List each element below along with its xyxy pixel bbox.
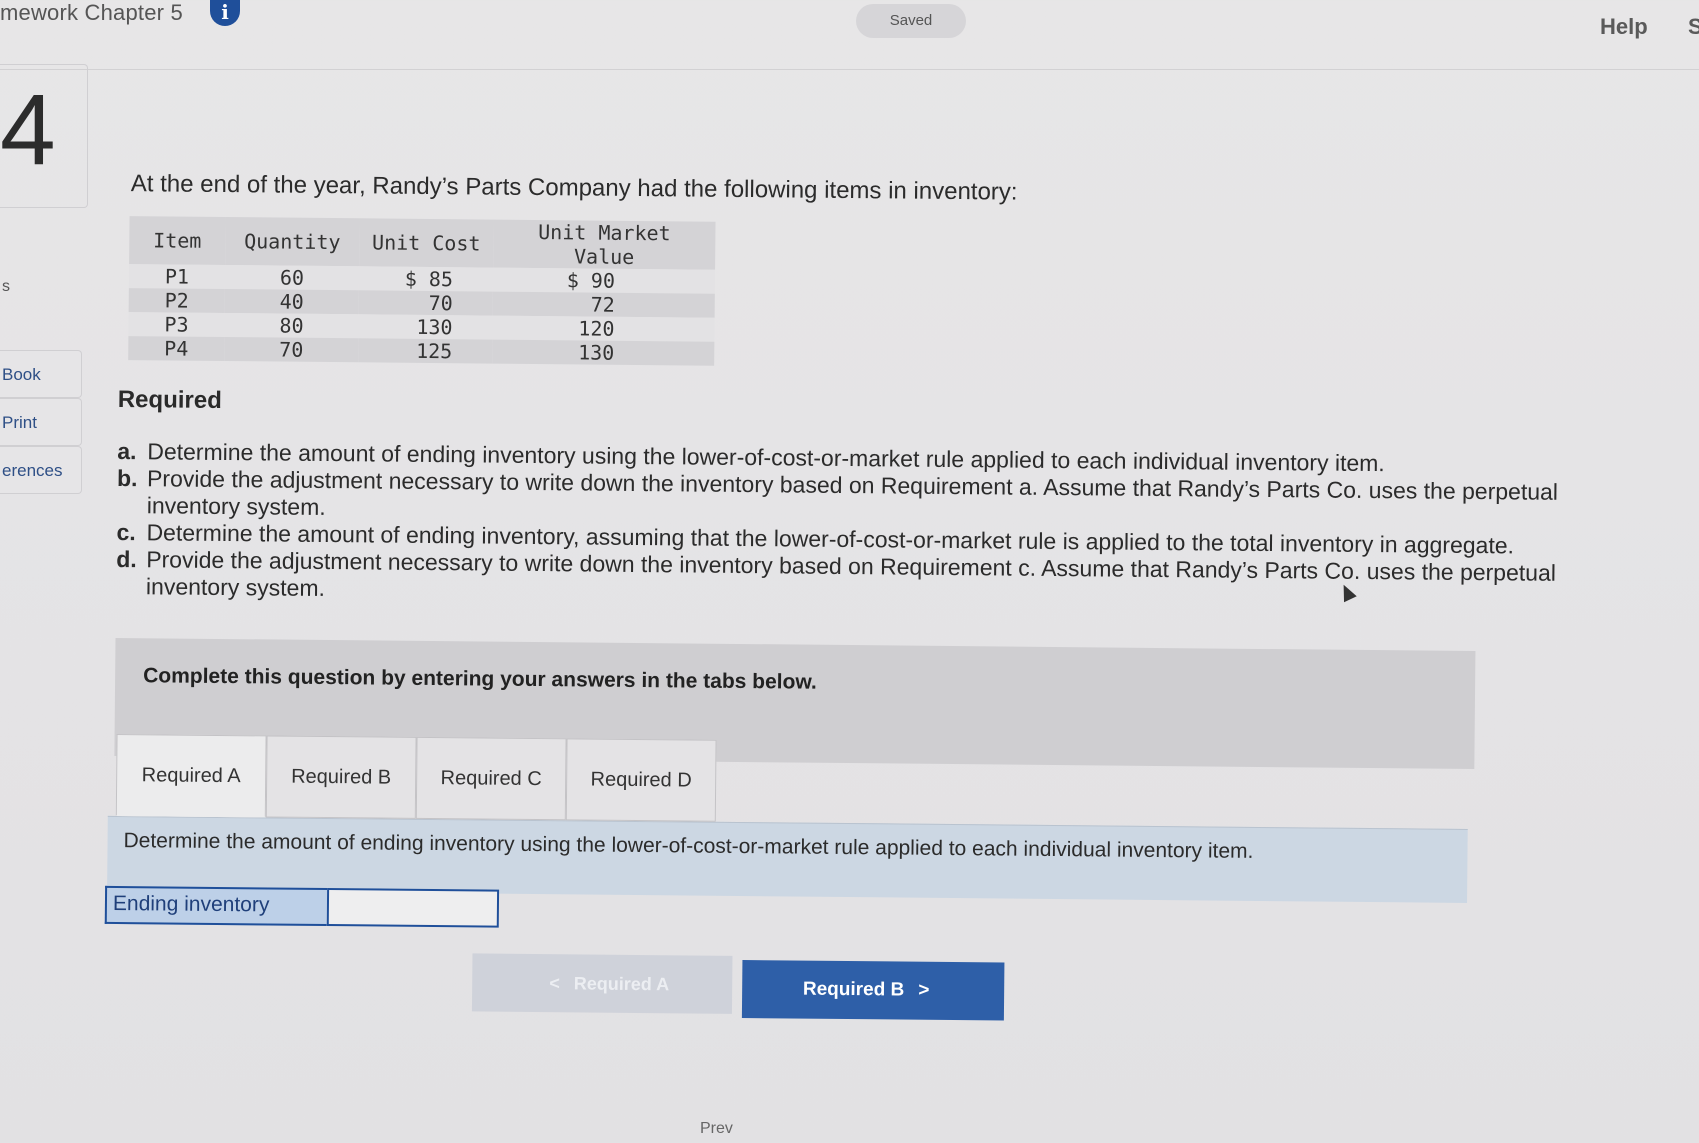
previous-tab-button[interactable]: < Required A: [471, 953, 733, 1014]
tab-instruction-text: Determine the amount of ending inventory…: [123, 829, 1254, 863]
question-content: At the end of the year, Randy’s Parts Co…: [104, 170, 1600, 1054]
column-header: Unit Market Value: [538, 220, 671, 269]
tab-required-d[interactable]: Required D: [565, 738, 717, 822]
ending-inventory-label: Ending inventory: [104, 885, 328, 927]
table-header-row: Item Quantity Unit Cost Unit Market Valu…: [129, 216, 716, 270]
cell-market-value: 130: [578, 340, 615, 365]
required-heading: Required: [117, 385, 222, 414]
cell-quantity: 70: [279, 337, 304, 362]
prev-question-link-fragment[interactable]: Prev: [700, 1120, 733, 1138]
requirement-label: b.: [116, 464, 138, 492]
chevron-left-icon: <: [549, 972, 560, 993]
cell-item: P4: [164, 336, 189, 361]
next-tab-label: Required B: [802, 978, 905, 1001]
column-header: Quantity: [244, 229, 341, 255]
instruction-text: Complete this question by entering your …: [143, 664, 817, 694]
cell-item: P1: [164, 264, 190, 289]
requirements-list: a. Determine the amount of ending invent…: [116, 438, 1597, 614]
tab-required-b[interactable]: Required B: [265, 735, 417, 819]
assignment-title: mework Chapter 5: [0, 0, 183, 25]
requirement-label: a.: [117, 437, 137, 465]
inventory-table: Item Quantity Unit Cost Unit Market Valu…: [128, 216, 716, 366]
tab-required-a[interactable]: Required A: [115, 733, 267, 818]
sidebar-fragment: s: [2, 278, 10, 295]
column-header: Unit Cost: [372, 230, 481, 256]
cell-unit-cost: 70: [428, 290, 453, 316]
cell-market-value: 120: [578, 316, 615, 341]
top-bar: mework Chapter 5 i Saved Help S: [0, 0, 1699, 70]
cell-market-value: $ 90: [566, 268, 616, 293]
cell-quantity: 40: [279, 289, 304, 314]
sidebar-item-references[interactable]: erences: [0, 446, 82, 494]
previous-tab-label: Required A: [573, 972, 670, 994]
cell-quantity: 60: [279, 265, 305, 290]
info-icon[interactable]: i: [210, 0, 240, 26]
sidebar-item-print[interactable]: Print: [0, 398, 82, 446]
cell-item: P3: [164, 312, 189, 337]
cell-quantity: 80: [279, 313, 304, 338]
saved-status-badge: Saved: [856, 4, 966, 38]
sidebar-nav: Book Print erences: [0, 350, 82, 494]
cell-item: P2: [164, 288, 189, 313]
requirement-tabs: Required A Required B Required C Require…: [115, 733, 1595, 830]
next-tab-button[interactable]: Required B >: [741, 960, 1005, 1021]
sidebar-item-ebook[interactable]: Book: [0, 350, 82, 398]
question-number: 4: [0, 74, 56, 186]
column-header: Item: [153, 228, 202, 253]
submit-link-fragment[interactable]: S: [1688, 14, 1699, 40]
problem-intro: At the end of the year, Randy’s Parts Co…: [130, 170, 1018, 206]
cell-market-value: 72: [590, 292, 615, 317]
requirement-label: c.: [116, 518, 136, 546]
cell-unit-cost: 130: [416, 314, 453, 340]
help-link[interactable]: Help: [1600, 14, 1648, 40]
requirement-label: d.: [116, 545, 137, 573]
cell-unit-cost: $ 85: [404, 266, 454, 292]
tab-navigation: < Required A Required B >: [112, 950, 1593, 1054]
ending-inventory-input[interactable]: [326, 888, 500, 928]
cell-unit-cost: 125: [416, 338, 453, 364]
table-row: P4 70 125 130: [128, 336, 715, 366]
tab-required-c[interactable]: Required C: [415, 736, 567, 821]
chevron-right-icon: >: [918, 979, 930, 1001]
